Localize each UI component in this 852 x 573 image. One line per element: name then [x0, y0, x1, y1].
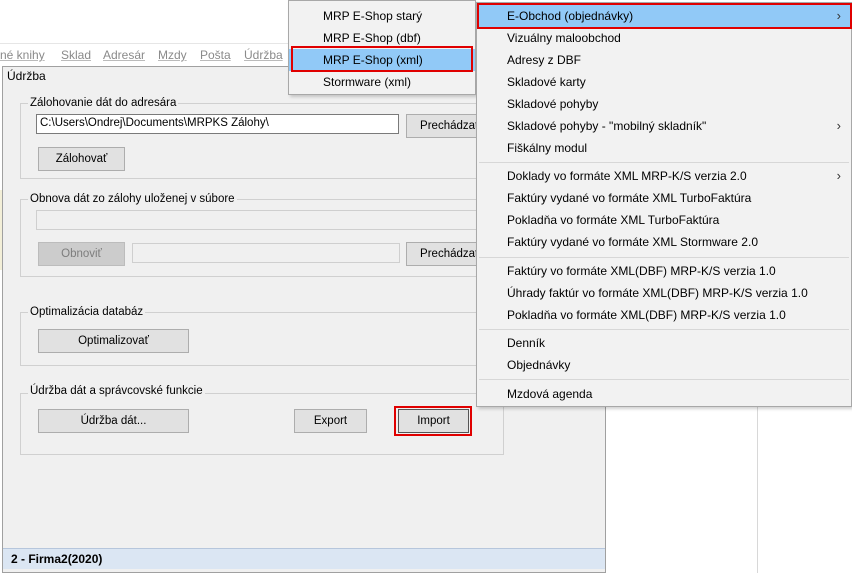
export-button[interactable]: Export: [294, 409, 367, 433]
restore-file-field[interactable]: [132, 243, 400, 263]
restore-path-field[interactable]: [36, 210, 502, 230]
status-bar: 2 - Firma2(2020): [3, 548, 605, 569]
menu-item-label: Skladové pohyby - "mobilný skladník": [507, 119, 707, 133]
submenu-item-mrp-eshop-xml[interactable]: MRP E-Shop (xml): [289, 49, 475, 71]
menu-item-mobilny-skladnik[interactable]: Skladové pohyby - "mobilný skladník" ›: [477, 115, 851, 137]
background-window-area: [757, 405, 852, 573]
menu-item-label: E-Obchod (objednávky): [507, 9, 634, 23]
menubar-item-adresar[interactable]: Adresár: [103, 48, 145, 62]
submenu-item-mrp-eshop-dbf[interactable]: MRP E-Shop (dbf): [289, 27, 475, 49]
optimize-button[interactable]: Optimalizovať: [38, 329, 189, 353]
submenu-arrow-icon: ›: [836, 8, 841, 23]
status-company: 2 - Firma2(2020): [11, 552, 103, 566]
menu-item-skladove-karty[interactable]: Skladové karty: [477, 71, 851, 93]
menu-item-pokladna-turbofaktura[interactable]: Pokladňa vo formáte XML TurboFaktúra: [477, 209, 851, 231]
menu-item-adresy-z-dbf[interactable]: Adresy z DBF: [477, 49, 851, 71]
menu-item-e-obchod[interactable]: E-Obchod (objednávky) ›: [477, 5, 851, 27]
background-window-top: [0, 0, 300, 44]
dialog-title: Údržba: [7, 69, 46, 83]
menu-item-mzdova-agenda[interactable]: Mzdová agenda: [477, 383, 851, 405]
menubar-item-udrzba[interactable]: Údržba: [244, 48, 283, 62]
backup-button[interactable]: Zálohovať: [38, 147, 125, 171]
menu-separator: [479, 379, 849, 380]
menubar-item-posta[interactable]: Pošta: [200, 48, 231, 62]
menu-separator: [479, 162, 849, 163]
import-button[interactable]: Import: [398, 409, 469, 433]
background-menubar: né knihy Sklad Adresár Mzdy Pošta Údržba: [0, 44, 300, 66]
restore-button[interactable]: Obnoviť: [38, 242, 125, 266]
menu-item-fiskalny-modul[interactable]: Fiškálny modul: [477, 137, 851, 159]
submenu-item-mrp-eshop-stary[interactable]: MRP E-Shop starý: [289, 5, 475, 27]
menu-item-faktury-stormware[interactable]: Faktúry vydané vo formáte XML Stormware …: [477, 231, 851, 253]
menu-item-uhrady-faktur-xml-dbf[interactable]: Úhrady faktúr vo formáte XML(DBF) MRP-K/…: [477, 282, 851, 304]
menu-separator: [479, 329, 849, 330]
submenu-arrow-icon: ›: [836, 118, 841, 133]
menu-item-faktury-xml-dbf[interactable]: Faktúry vo formáte XML(DBF) MRP-K/S verz…: [477, 260, 851, 282]
menu-item-label: Doklady vo formáte XML MRP-K/S verzia 2.…: [507, 169, 747, 183]
menu-item-pokladna-xml-dbf[interactable]: Pokladňa vo formáte XML(DBF) MRP-K/S ver…: [477, 304, 851, 326]
menu-item-objednavky[interactable]: Objednávky: [477, 354, 851, 376]
menu-separator: [479, 257, 849, 258]
menu-item-faktury-turbofaktura[interactable]: Faktúry vydané vo formáte XML TurboFaktú…: [477, 187, 851, 209]
eshop-submenu: MRP E-Shop starý MRP E-Shop (dbf) MRP E-…: [288, 0, 476, 95]
backup-path-field[interactable]: C:\Users\Ondrej\Documents\MRPKS Zálohy\: [36, 114, 399, 134]
menubar-item-mzdy[interactable]: Mzdy: [158, 48, 187, 62]
menubar-item-sklad[interactable]: Sklad: [61, 48, 91, 62]
optimize-group-label: Optimalizácia databáz: [28, 306, 146, 318]
maintenance-group-label: Údržba dát a správcovské funkcie: [28, 385, 205, 397]
restore-group-label: Obnova dát zo zálohy uloženej v súbore: [28, 193, 237, 205]
menubar-item-knihy[interactable]: né knihy: [0, 48, 45, 62]
import-menu: E-Obchod (objednávky) › Vizuálny maloobc…: [476, 2, 852, 407]
submenu-arrow-icon: ›: [836, 168, 841, 183]
menu-item-doklady-xml[interactable]: Doklady vo formáte XML MRP-K/S verzia 2.…: [477, 165, 851, 187]
menu-item-dennik[interactable]: Denník: [477, 332, 851, 354]
backup-group-label: Zálohovanie dát do adresára: [28, 97, 179, 109]
menu-item-skladove-pohyby[interactable]: Skladové pohyby: [477, 93, 851, 115]
menu-item-vizualny-maloobchod[interactable]: Vizuálny maloobchod: [477, 27, 851, 49]
data-maintenance-button[interactable]: Údržba dát...: [38, 409, 189, 433]
submenu-item-stormware-xml[interactable]: Stormware (xml): [289, 71, 475, 93]
